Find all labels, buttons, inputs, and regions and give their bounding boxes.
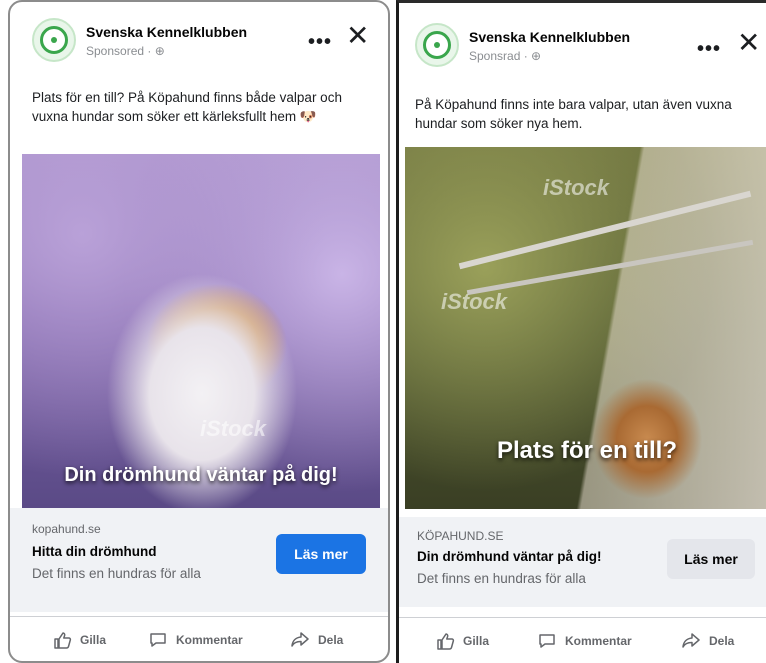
watermark: iStock (441, 289, 508, 314)
like-label: Gilla (463, 634, 490, 648)
page-name[interactable]: Svenska Kennelklubben (469, 29, 630, 45)
sponsored-label[interactable]: Sponsored · ⊕ (86, 44, 165, 58)
thumbs-up-icon (54, 632, 72, 649)
share-icon (682, 633, 700, 648)
comment-button[interactable]: Kommentar (537, 628, 632, 654)
dog-lavender-photo[interactable]: iStock Din drömhund väntar på dig! (22, 154, 380, 508)
link-headline: Din drömhund väntar på dig! (417, 549, 602, 564)
post-header: Svenska Kennelklubben Sponsored · ⊕ ••• … (10, 2, 388, 82)
share-label: Dela (318, 633, 344, 647)
comment-label: Kommentar (565, 634, 632, 648)
learn-more-button[interactable]: Läs mer (667, 539, 755, 579)
share-button[interactable]: Dela (681, 628, 734, 654)
learn-more-button[interactable]: Läs mer (276, 534, 366, 574)
like-label: Gilla (80, 633, 107, 647)
share-label: Dela (709, 634, 735, 648)
page-avatar[interactable] (415, 23, 459, 67)
thumbs-up-icon (437, 633, 455, 650)
comment-button[interactable]: Kommentar (148, 627, 243, 653)
post-actions: Gilla Kommentar Dela (10, 616, 388, 661)
dog-window-photo[interactable]: iStock iStock Plats för en till? (405, 147, 766, 509)
close-icon[interactable]: ✕ (346, 22, 369, 50)
kennel-logo-icon (40, 26, 68, 54)
close-icon[interactable]: ✕ (737, 29, 760, 57)
link-description: Det finns en hundras för alla (32, 566, 201, 581)
link-preview-bar[interactable]: KÖPAHUND.SE Din drömhund väntar på dig! … (399, 517, 766, 607)
sponsored-label[interactable]: Sponsrad · ⊕ (469, 49, 541, 63)
post-header: Svenska Kennelklubben Sponsrad · ⊕ ••• ✕ (399, 3, 766, 83)
comment-icon (150, 633, 166, 647)
image-caption: Plats för en till? (496, 437, 678, 464)
ad-body-text: Plats för en till? På Köpahund finns båd… (32, 90, 342, 124)
page-name[interactable]: Svenska Kennelklubben (86, 24, 247, 40)
more-options-icon[interactable]: ••• (697, 39, 721, 59)
ad-card-1: Svenska Kennelklubben Sponsored · ⊕ ••• … (8, 0, 390, 663)
ad-card-2: Svenska Kennelklubben Sponsrad · ⊕ ••• ✕… (396, 0, 766, 663)
comment-label: Kommentar (176, 633, 243, 647)
link-description: Det finns en hundras för alla (417, 571, 586, 586)
link-domain: KÖPAHUND.SE (417, 529, 504, 543)
window-frame (466, 239, 754, 296)
comment-icon (539, 634, 555, 648)
page-avatar[interactable] (32, 18, 76, 62)
share-icon (291, 632, 309, 647)
link-domain: kopahund.se (32, 522, 101, 536)
watermark: iStock (200, 416, 267, 441)
ad-body-text: På Köpahund finns inte bara valpar, utan… (415, 97, 732, 131)
share-button[interactable]: Dela (290, 627, 343, 653)
kennel-logo-icon (423, 31, 451, 59)
link-headline: Hitta din drömhund (32, 544, 157, 559)
post-actions: Gilla Kommentar Dela (399, 617, 766, 663)
more-options-icon[interactable]: ••• (308, 32, 332, 52)
like-button[interactable]: Gilla (435, 628, 489, 654)
link-preview-bar[interactable]: kopahund.se Hitta din drömhund Det finns… (10, 508, 388, 612)
window-frame (458, 190, 752, 270)
like-button[interactable]: Gilla (52, 627, 106, 653)
image-caption: Din drömhund väntar på dig! (64, 464, 338, 486)
watermark: iStock (543, 175, 610, 200)
